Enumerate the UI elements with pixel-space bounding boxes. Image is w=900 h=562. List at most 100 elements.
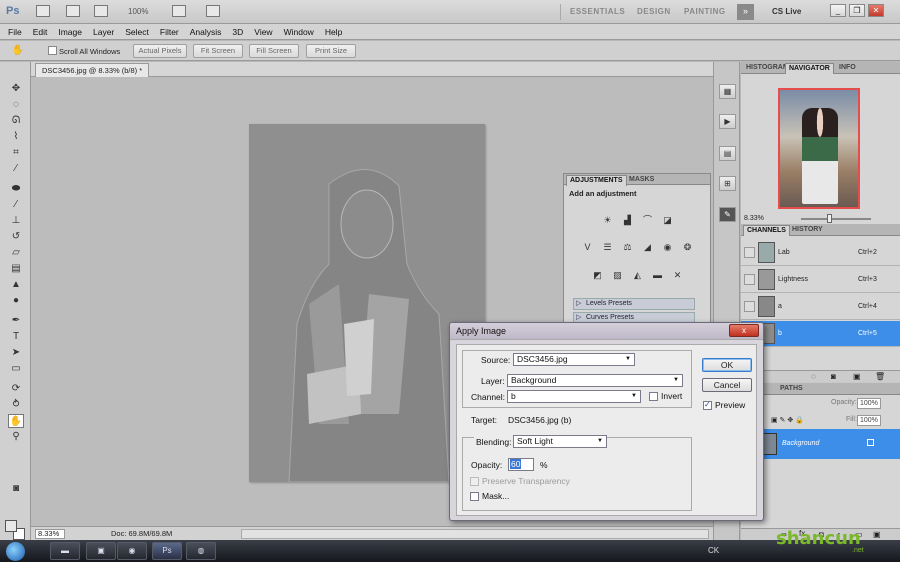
- brush-panel-icon[interactable]: ✎: [719, 207, 736, 222]
- lock-icons[interactable]: ▣ ✎ ✥ 🔒: [771, 416, 804, 424]
- path-select-tool-icon[interactable]: ➤: [8, 346, 24, 360]
- exposure-icon[interactable]: ◪: [661, 214, 674, 227]
- levels-icon[interactable]: ▟: [621, 214, 634, 227]
- menu-edit[interactable]: Edit: [33, 27, 48, 37]
- layer-select[interactable]: Background ▼: [507, 374, 683, 387]
- clone-stamp-tool-icon[interactable]: ⊥: [8, 214, 24, 228]
- document-tab[interactable]: DSC3456.jpg @ 8.33% (b/8) *: [35, 63, 150, 77]
- menu-layer[interactable]: Layer: [93, 27, 114, 37]
- dialog-titlebar[interactable]: Apply Image x: [450, 323, 763, 340]
- layer-row-background[interactable]: Background: [741, 429, 900, 459]
- tab-masks[interactable]: MASKS: [626, 175, 657, 186]
- hand-tool-icon[interactable]: ✋: [8, 414, 24, 428]
- black-white-icon[interactable]: ◢: [641, 241, 654, 254]
- marquee-tool-icon[interactable]: ◌: [8, 98, 24, 112]
- blur-tool-icon[interactable]: ▲: [8, 278, 24, 292]
- zoom-tool-icon[interactable]: ⚲: [8, 430, 24, 444]
- quick-mask-icon[interactable]: ◙: [8, 482, 24, 496]
- opacity-input[interactable]: 60: [508, 458, 534, 471]
- status-zoom-input[interactable]: 8.33%: [35, 529, 65, 539]
- preview-checkbox[interactable]: [703, 400, 712, 410]
- selective-color-icon[interactable]: ✕: [671, 269, 684, 282]
- cs-live-menu[interactable]: CS Live: [772, 7, 801, 16]
- navigator-zoom-handle[interactable]: [827, 214, 832, 223]
- save-selection-icon[interactable]: ◙: [831, 372, 836, 381]
- cancel-button[interactable]: Cancel: [702, 378, 752, 392]
- crop-tool-icon[interactable]: ⌗: [8, 146, 24, 160]
- screen-mode-icon[interactable]: [206, 5, 220, 17]
- dodge-tool-icon[interactable]: ●: [8, 294, 24, 308]
- bridge-icon[interactable]: [36, 5, 50, 17]
- arrange-documents-icon[interactable]: [172, 5, 186, 17]
- curves-icon[interactable]: ⌒: [641, 214, 654, 227]
- mask-checkbox[interactable]: [470, 492, 479, 501]
- move-tool-icon[interactable]: ✥: [8, 82, 24, 96]
- eraser-tool-icon[interactable]: ▱: [8, 246, 24, 260]
- navigator-zoom-value[interactable]: 8.33%: [744, 215, 764, 222]
- foreground-color-swatch[interactable]: [5, 520, 17, 532]
- menu-image[interactable]: Image: [58, 27, 82, 37]
- source-select[interactable]: DSC3456.jpg ▼: [513, 353, 635, 366]
- menu-help[interactable]: Help: [325, 27, 342, 37]
- layer-fill-input[interactable]: 100%: [857, 415, 881, 426]
- menu-view[interactable]: View: [254, 27, 272, 37]
- vibrance-icon[interactable]: V: [581, 241, 594, 254]
- shape-tool-icon[interactable]: ▭: [8, 362, 24, 376]
- preserve-transparency-checkbox[interactable]: [470, 477, 479, 486]
- channel-row-selected[interactable]: b Ctrl+5: [741, 321, 900, 347]
- explorer-taskbar-icon[interactable]: ▬: [50, 542, 80, 560]
- workspace-essentials[interactable]: ESSENTIALS: [570, 7, 625, 16]
- document-size-info[interactable]: Doc: 69.8M/69.8M: [111, 529, 172, 538]
- start-button[interactable]: [6, 542, 25, 561]
- gradient-map-icon[interactable]: ▬: [651, 269, 664, 282]
- channel-row[interactable]: a Ctrl+4: [741, 294, 900, 320]
- tab-channels[interactable]: CHANNELS: [743, 225, 790, 236]
- actual-pixels-button[interactable]: Actual Pixels: [133, 44, 187, 58]
- menu-analysis[interactable]: Analysis: [190, 27, 222, 37]
- tab-navigator[interactable]: NAVIGATOR: [785, 63, 834, 74]
- tab-history[interactable]: HISTORY: [789, 225, 826, 236]
- invert-checkbox[interactable]: [649, 392, 658, 401]
- healing-brush-tool-icon[interactable]: ⬬: [8, 182, 24, 196]
- horizontal-scrollbar[interactable]: [241, 529, 709, 539]
- blending-select[interactable]: Soft Light ▼: [513, 435, 607, 448]
- channel-row[interactable]: Lab Ctrl+2: [741, 240, 900, 266]
- pen-tool-icon[interactable]: ✒: [8, 314, 24, 328]
- brush-tool-icon[interactable]: ⁄: [8, 198, 24, 212]
- history-brush-tool-icon[interactable]: ↺: [8, 230, 24, 244]
- threshold-icon[interactable]: ◭: [631, 269, 644, 282]
- eyedropper-tool-icon[interactable]: ⁄: [8, 162, 24, 176]
- tool-presets-icon[interactable]: ⊞: [719, 176, 736, 191]
- menu-filter[interactable]: Filter: [160, 27, 179, 37]
- channel-mixer-icon[interactable]: ❂: [681, 241, 694, 254]
- photoshop-taskbar-icon[interactable]: Ps: [152, 542, 182, 560]
- brightness-contrast-icon[interactable]: ☀: [601, 214, 614, 227]
- visibility-eye-icon[interactable]: [744, 301, 755, 312]
- visibility-eye-icon[interactable]: [744, 247, 755, 258]
- workspace-painting[interactable]: PAINTING: [684, 7, 726, 16]
- color-balance-icon[interactable]: ⚖: [621, 241, 634, 254]
- zoom-level[interactable]: 100%: [128, 7, 148, 16]
- navigator-zoom-slider[interactable]: [801, 218, 871, 220]
- layer-comps-icon[interactable]: ▤: [719, 146, 736, 161]
- close-button[interactable]: ✕: [868, 4, 884, 17]
- tab-info[interactable]: INFO: [836, 63, 859, 74]
- histogram-panel-icon[interactable]: ▦: [719, 84, 736, 99]
- type-tool-icon[interactable]: T: [8, 330, 24, 344]
- menu-select[interactable]: Select: [125, 27, 149, 37]
- load-selection-icon[interactable]: ◌: [811, 372, 816, 381]
- channel-row[interactable]: Lightness Ctrl+3: [741, 267, 900, 293]
- tab-paths[interactable]: PATHS: [777, 384, 806, 395]
- media-taskbar-icon[interactable]: ▣: [86, 542, 116, 560]
- invert-icon[interactable]: ◩: [591, 269, 604, 282]
- photo-filter-icon[interactable]: ◉: [661, 241, 674, 254]
- print-size-button[interactable]: Print Size: [306, 44, 356, 58]
- layer-opacity-input[interactable]: 100%: [857, 398, 881, 409]
- ok-button[interactable]: OK: [702, 358, 752, 372]
- more-workspaces-button[interactable]: »: [737, 4, 754, 20]
- fit-screen-button[interactable]: Fit Screen: [193, 44, 243, 58]
- menu-3d[interactable]: 3D: [232, 27, 243, 37]
- view-extras-icon[interactable]: [94, 5, 108, 17]
- menu-window[interactable]: Window: [284, 27, 314, 37]
- hue-saturation-icon[interactable]: ☰: [601, 241, 614, 254]
